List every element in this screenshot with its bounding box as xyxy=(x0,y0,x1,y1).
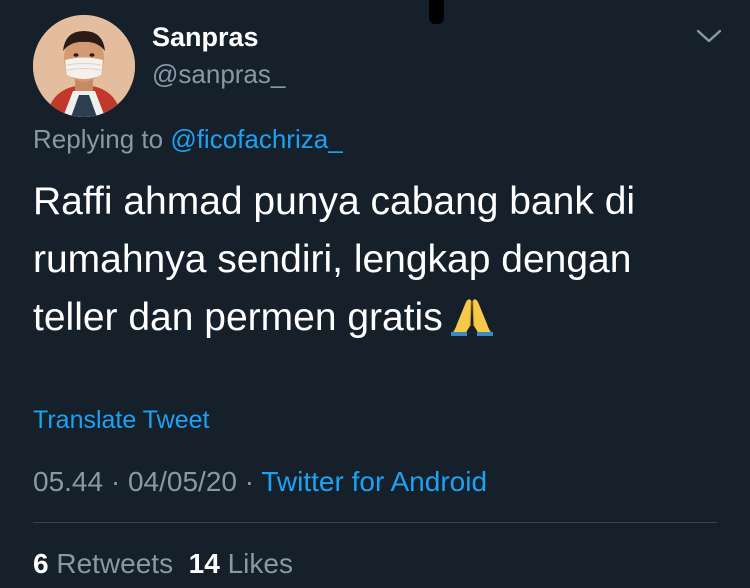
status-bar-notch xyxy=(429,0,444,24)
retweets-stat[interactable]: 6 Retweets xyxy=(33,548,173,579)
tweet-text: Raffi ahmad punya cabang bank di rumahny… xyxy=(33,173,713,347)
tweet-text-line: rumahnya sendiri, lengkap dengan xyxy=(33,238,632,281)
chevron-down-icon[interactable] xyxy=(693,24,725,48)
translate-tweet-link[interactable]: Translate Tweet xyxy=(33,404,209,436)
likes-count: 14 xyxy=(188,548,220,579)
divider xyxy=(33,522,717,523)
avatar[interactable] xyxy=(33,15,135,117)
tweet-text-line: Raffi ahmad punya cabang bank di xyxy=(33,180,636,223)
replying-to-line: Replying to @ficofachriza_ xyxy=(33,122,343,156)
folded-hands-emoji xyxy=(449,295,495,336)
meta-separator: · xyxy=(110,466,121,497)
meta-separator: · xyxy=(244,466,255,497)
tweet-date: 04/05/20 xyxy=(127,466,237,497)
replying-label: Replying to xyxy=(33,124,164,154)
retweets-count: 6 xyxy=(33,548,49,579)
avatar-image xyxy=(33,15,135,117)
tweet-text-line-content: teller dan permen gratis xyxy=(33,296,443,339)
tweet-metadata: 05.44 · 04/05/20 · Twitter for Android xyxy=(33,464,487,500)
author-display-name[interactable]: Sanpras xyxy=(152,20,259,54)
retweets-label: Retweets xyxy=(56,548,174,579)
reply-mention-link[interactable]: @ficofachriza_ xyxy=(170,124,342,154)
author-handle[interactable]: @sanpras_ xyxy=(152,57,285,91)
likes-label: Likes xyxy=(227,548,293,579)
tweet-source-link[interactable]: Twitter for Android xyxy=(261,466,487,497)
tweet-stats: 6 Retweets 14 Likes xyxy=(33,547,293,581)
tweet-text-line: teller dan permen gratis xyxy=(33,289,713,347)
tweet-time: 05.44 xyxy=(33,466,104,497)
likes-stat[interactable]: 14 Likes xyxy=(189,548,293,579)
